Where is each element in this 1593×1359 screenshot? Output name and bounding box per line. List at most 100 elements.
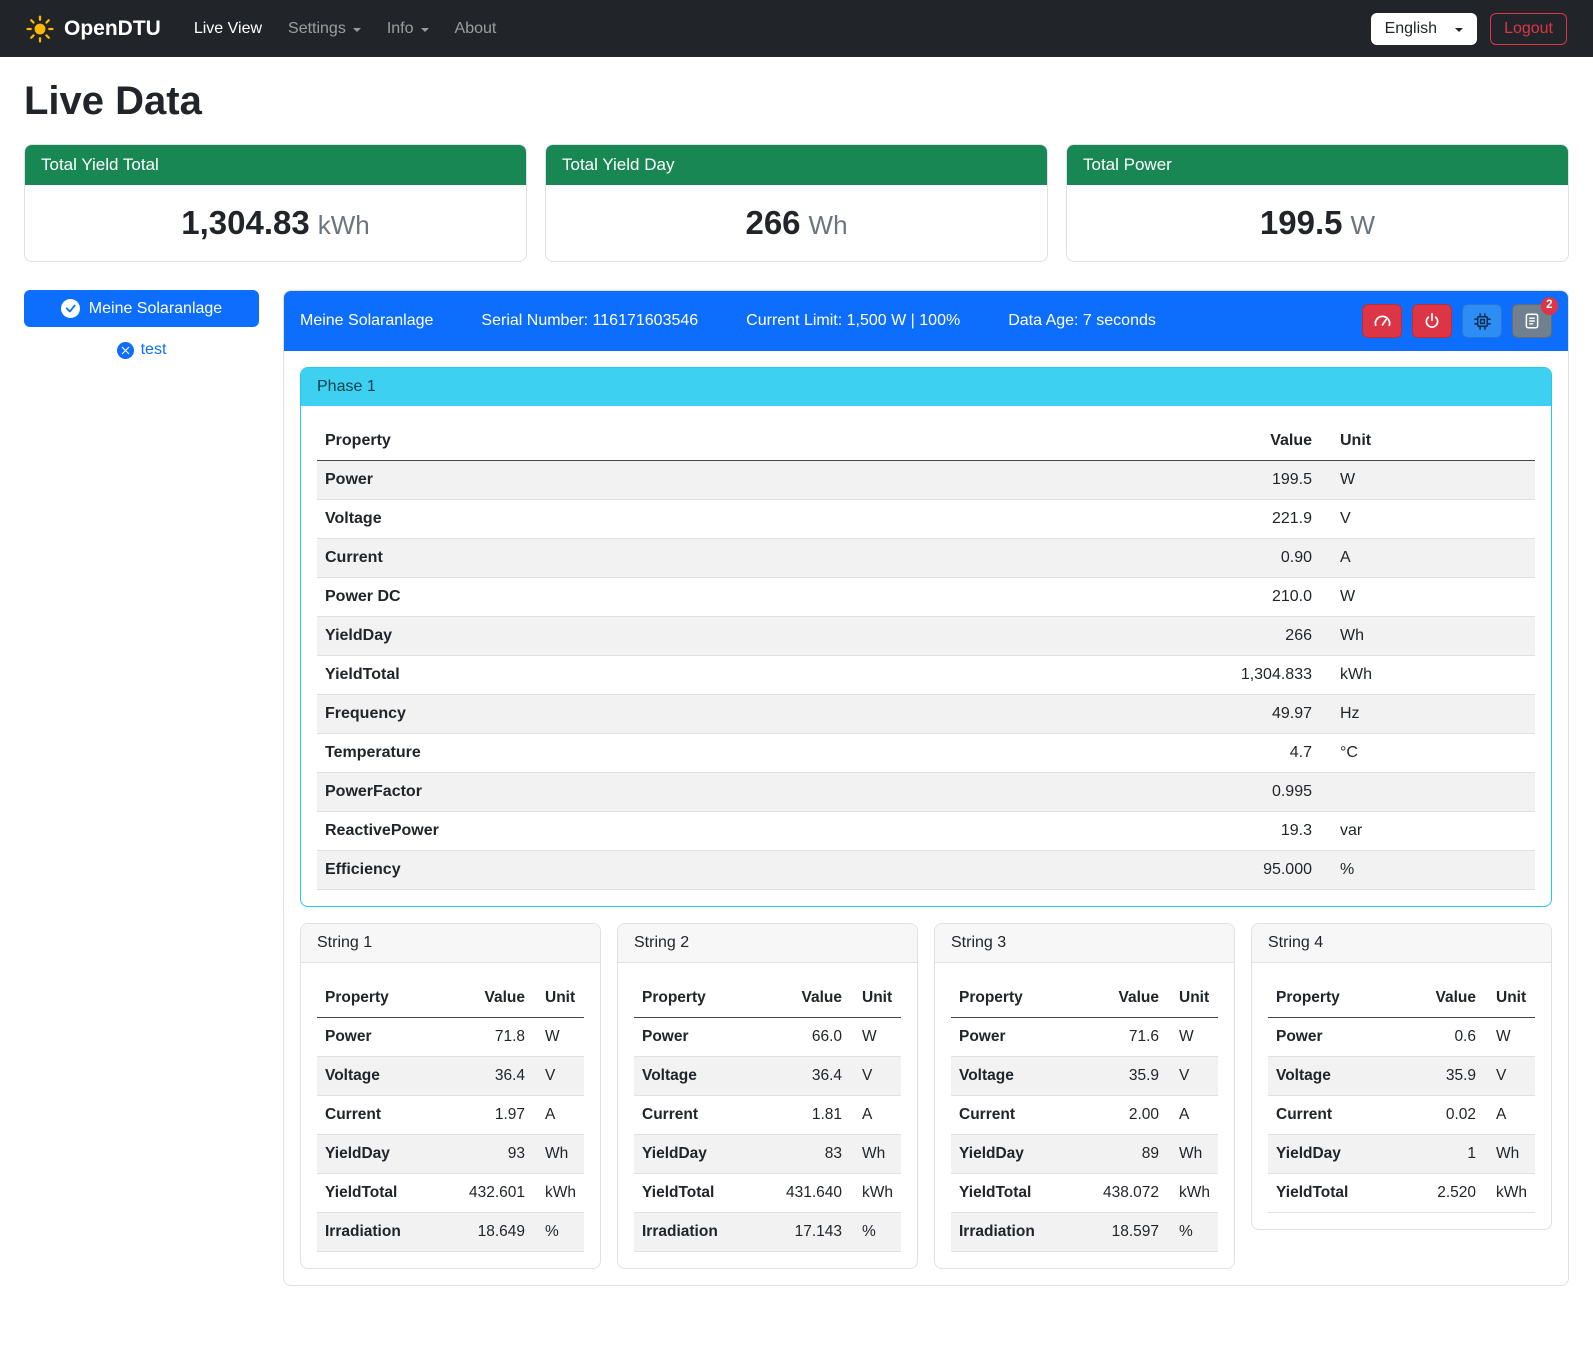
unit-cell: V — [1167, 1057, 1218, 1096]
table-row: Frequency49.97Hz — [317, 695, 1535, 734]
property-cell: Frequency — [317, 695, 1200, 734]
property-cell: Efficiency — [317, 851, 1200, 890]
unit-cell: V — [533, 1057, 584, 1096]
card-value: 199.5 — [1260, 204, 1343, 241]
nav-info[interactable]: Info — [374, 12, 442, 46]
unit-cell: °C — [1320, 734, 1535, 773]
language-select[interactable]: English — [1371, 13, 1477, 45]
property-cell: Power — [317, 461, 1200, 500]
unit-cell: kWh — [1320, 656, 1535, 695]
value-cell: 4.7 — [1200, 734, 1320, 773]
value-cell: 438.072 — [1091, 1174, 1167, 1213]
string-table: PropertyValueUnit Power71.8W Voltage36.4… — [317, 979, 584, 1252]
table-header-row: PropertyValueUnit — [634, 979, 901, 1018]
unit-cell: kWh — [850, 1174, 901, 1213]
property-cell: Voltage — [634, 1057, 774, 1096]
value-cell: 431.640 — [774, 1174, 850, 1213]
string-table: PropertyValueUnit Power0.6W Voltage35.9V… — [1268, 979, 1535, 1213]
unit-cell: kWh — [533, 1174, 584, 1213]
property-cell: Power — [1268, 1018, 1408, 1057]
value-cell: 1.97 — [457, 1096, 533, 1135]
property-cell: Voltage — [317, 500, 1200, 539]
column-header-unit: Unit — [1320, 422, 1535, 461]
nav-about[interactable]: About — [442, 12, 510, 46]
unit-cell: W — [850, 1018, 901, 1057]
table-row: Voltage35.9V — [951, 1057, 1218, 1096]
string-1-card: String 1 PropertyValueUnit Power71.8W Vo… — [300, 923, 601, 1269]
power-icon — [1423, 312, 1441, 330]
current-limit: Current Limit: 1,500 W | 100% — [746, 312, 960, 330]
unit-cell: W — [533, 1018, 584, 1057]
table-row: PowerFactor0.995 — [317, 773, 1535, 812]
nav-settings[interactable]: Settings — [275, 12, 374, 46]
string-title: String 1 — [301, 924, 600, 963]
string-title: String 3 — [935, 924, 1234, 963]
value-cell: 266 — [1200, 617, 1320, 656]
unit-cell: kWh — [1167, 1174, 1218, 1213]
gauge-icon — [1373, 312, 1392, 331]
card-value: 266 — [745, 204, 800, 241]
inverter-select-active[interactable]: Meine Solaranlage — [24, 290, 259, 327]
x-circle-icon — [117, 342, 134, 359]
table-row: Voltage36.4V — [634, 1057, 901, 1096]
value-cell: 0.6 — [1408, 1018, 1484, 1057]
property-cell: Power DC — [317, 578, 1200, 617]
property-cell: YieldDay — [951, 1135, 1091, 1174]
nav-live-view[interactable]: Live View — [181, 12, 275, 46]
unit-cell: W — [1320, 461, 1535, 500]
value-cell: 19.3 — [1200, 812, 1320, 851]
value-cell: 199.5 — [1200, 461, 1320, 500]
property-cell: Irradiation — [951, 1213, 1091, 1252]
unit-cell: Wh — [533, 1135, 584, 1174]
total-yield-day-card: Total Yield Day 266Wh — [545, 144, 1048, 262]
chevron-down-icon — [421, 28, 429, 32]
value-cell: 17.143 — [774, 1213, 850, 1252]
property-cell: Current — [1268, 1096, 1408, 1135]
value-cell: 210.0 — [1200, 578, 1320, 617]
value-cell: 71.6 — [1091, 1018, 1167, 1057]
inverter-info-button[interactable] — [1462, 304, 1502, 338]
logout-button[interactable]: Logout — [1490, 13, 1567, 45]
table-row: YieldTotal2.520kWh — [1268, 1174, 1535, 1213]
table-row: Power199.5W — [317, 461, 1535, 500]
table-header-row: PropertyValueUnit — [1268, 979, 1535, 1018]
unit-cell — [1320, 773, 1535, 812]
phase-title: Phase 1 — [301, 368, 1551, 406]
property-cell: YieldTotal — [317, 1174, 457, 1213]
limit-settings-button[interactable] — [1362, 304, 1402, 338]
string-title: String 2 — [618, 924, 917, 963]
column-header-value: Value — [774, 979, 850, 1018]
column-header-property: Property — [951, 979, 1091, 1018]
unit-cell: Wh — [1484, 1135, 1535, 1174]
unit-cell: % — [850, 1213, 901, 1252]
table-row: Current0.02A — [1268, 1096, 1535, 1135]
unit-cell: Wh — [850, 1135, 901, 1174]
top-navbar: OpenDTU Live View Settings Info About En… — [0, 0, 1593, 57]
inverter-select-test[interactable]: test — [24, 341, 259, 359]
table-row: Power71.8W — [317, 1018, 584, 1057]
column-header-value: Value — [457, 979, 533, 1018]
column-header-unit: Unit — [1484, 979, 1535, 1018]
value-cell: 0.995 — [1200, 773, 1320, 812]
event-count-badge: 2 — [1541, 297, 1558, 315]
value-cell: 49.97 — [1200, 695, 1320, 734]
chevron-down-icon — [353, 28, 361, 32]
strings-row: String 1 PropertyValueUnit Power71.8W Vo… — [300, 923, 1552, 1269]
table-row: YieldTotal1,304.833kWh — [317, 656, 1535, 695]
power-control-button[interactable] — [1412, 304, 1452, 338]
event-log-button[interactable]: 2 — [1512, 304, 1552, 338]
table-row: YieldDay93Wh — [317, 1135, 584, 1174]
phase-card: Phase 1 Property Value Unit — [300, 367, 1552, 907]
value-cell: 66.0 — [774, 1018, 850, 1057]
unit-cell: A — [1320, 539, 1535, 578]
inverter-sidebar: Meine Solaranlage test — [24, 290, 259, 359]
table-row: Irradiation18.597% — [951, 1213, 1218, 1252]
value-cell: 0.02 — [1408, 1096, 1484, 1135]
table-row: Power71.6W — [951, 1018, 1218, 1057]
brand[interactable]: OpenDTU — [26, 15, 161, 43]
card-unit: Wh — [809, 210, 848, 240]
property-cell: Power — [951, 1018, 1091, 1057]
serial-number: Serial Number: 116171603546 — [481, 312, 698, 330]
table-row: Temperature4.7°C — [317, 734, 1535, 773]
property-cell: ReactivePower — [317, 812, 1200, 851]
